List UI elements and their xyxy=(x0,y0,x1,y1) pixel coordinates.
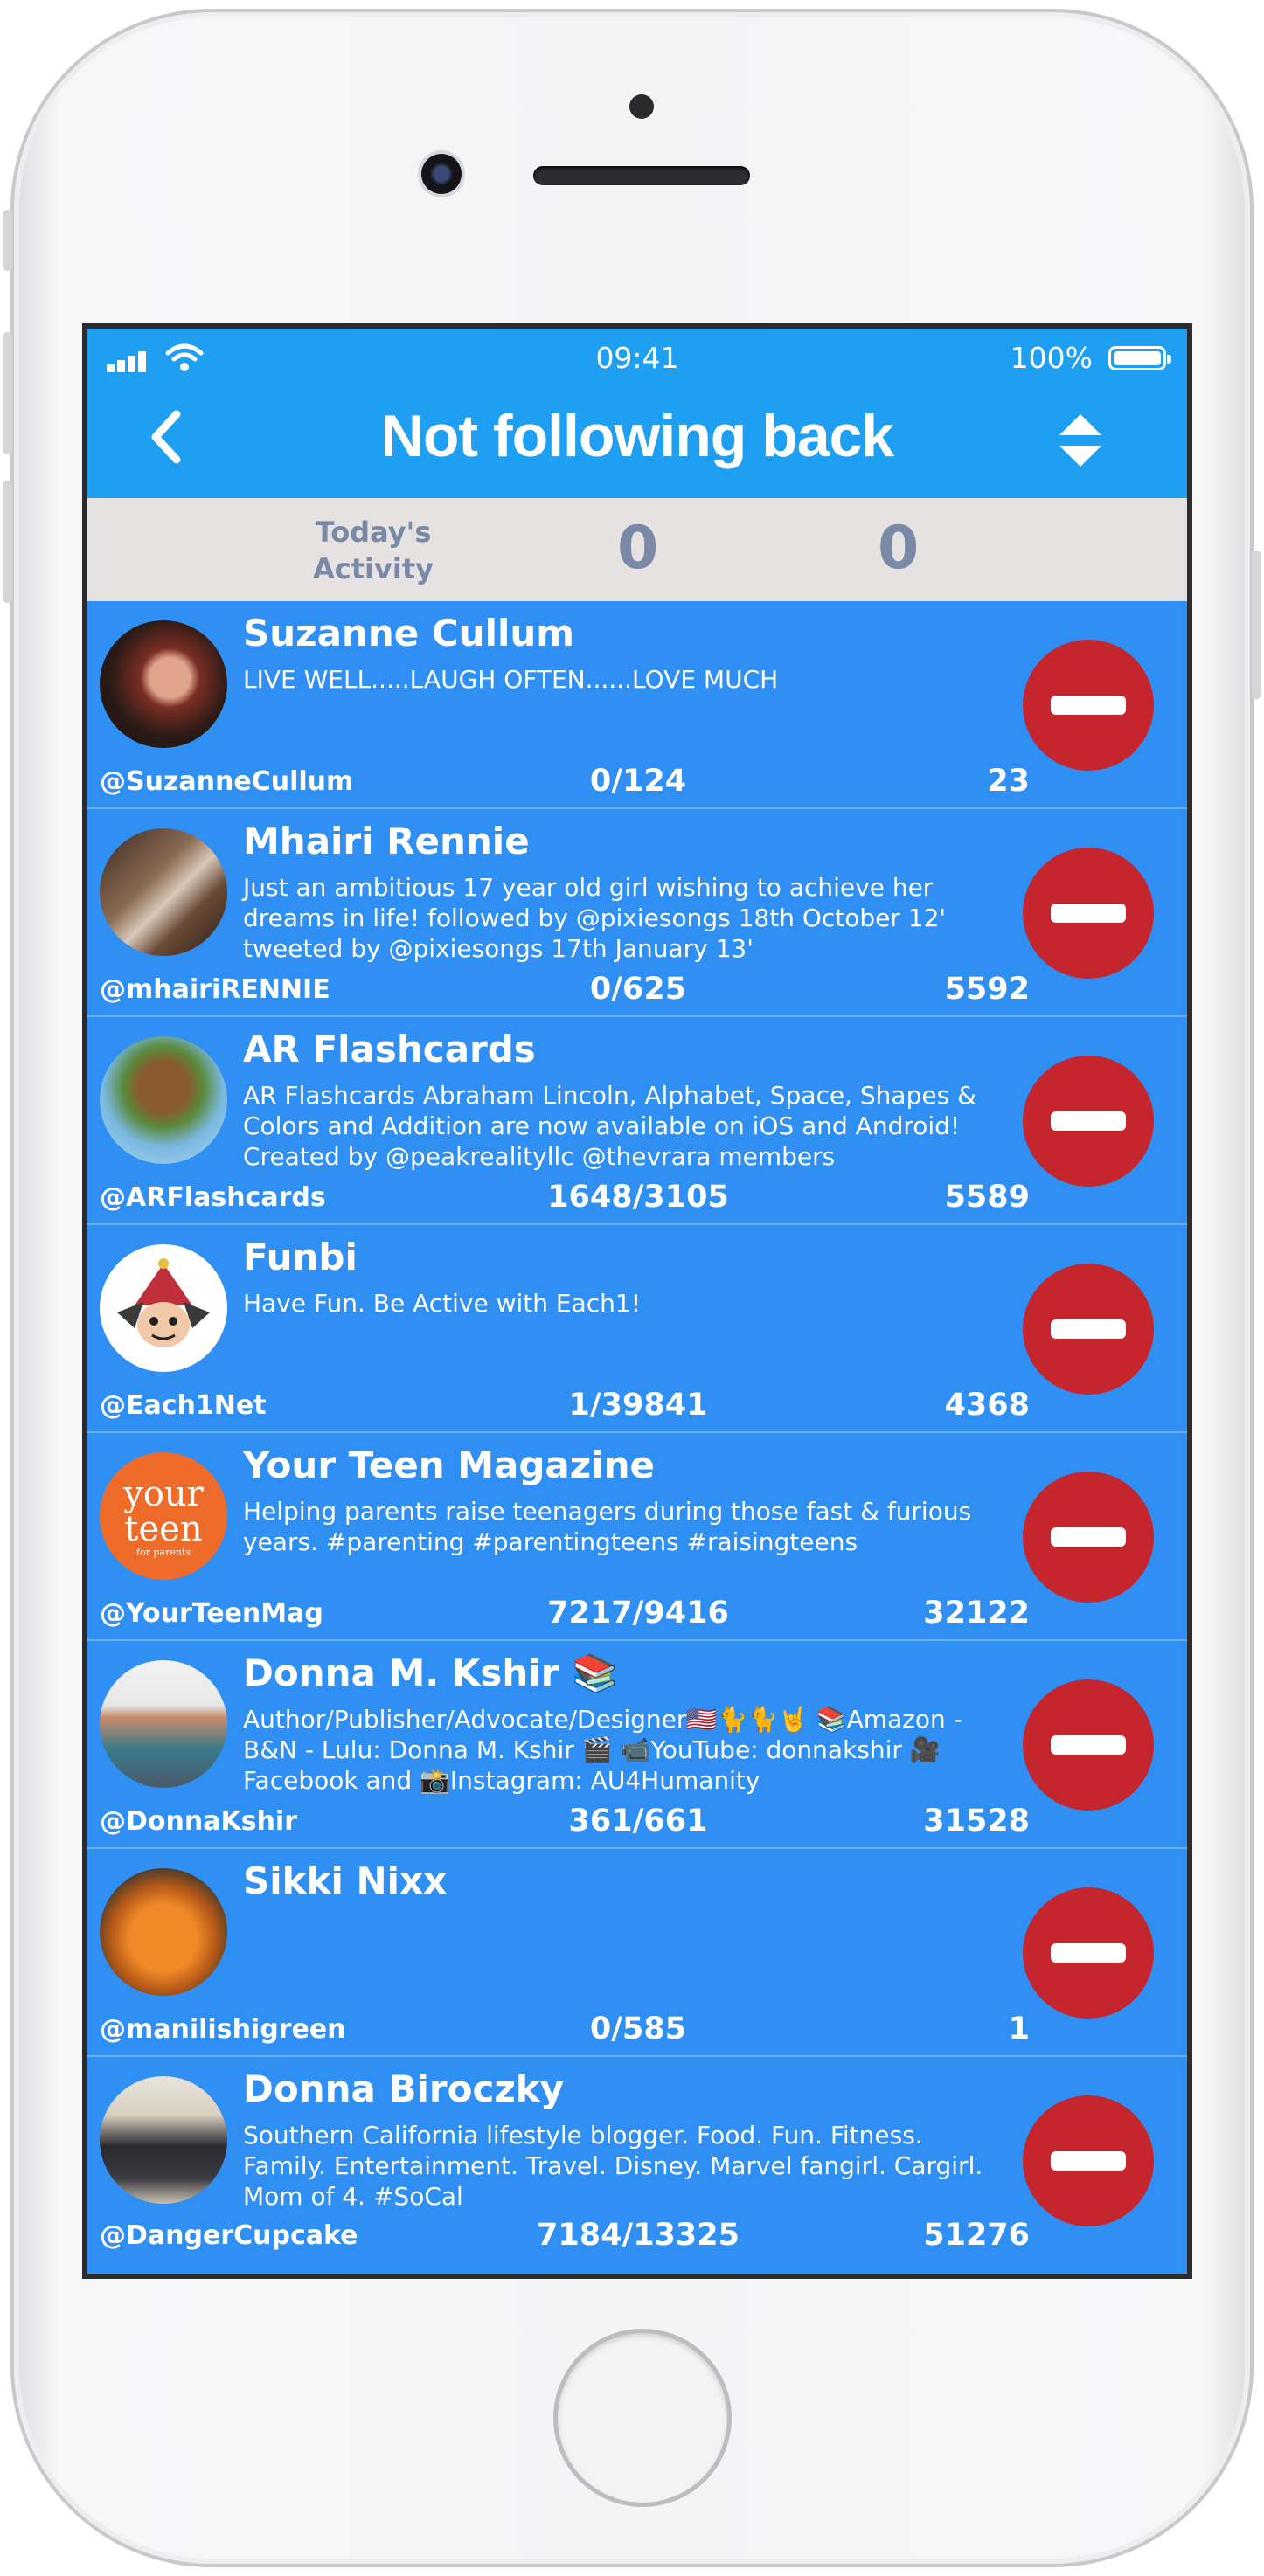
minus-icon xyxy=(1051,1735,1126,1755)
battery-icon xyxy=(1108,346,1171,370)
follower-count: 32122 xyxy=(923,1596,1030,1631)
list-item[interactable]: Donna M. Kshir 📚 Author/Publisher/Advoca… xyxy=(87,1641,1187,1849)
unfollow-button[interactable] xyxy=(1023,640,1154,771)
volume-down-button xyxy=(3,481,12,603)
user-bio: LIVE WELL.....LAUGH OFTEN......LOVE MUCH xyxy=(243,665,779,694)
follower-count: 5589 xyxy=(944,1180,1030,1215)
follower-count: 23 xyxy=(987,764,1030,799)
user-handle[interactable]: @Each1Net xyxy=(100,1390,267,1421)
user-name: Sikki Nixx xyxy=(243,1859,448,1902)
user-name: AR Flashcards xyxy=(243,1028,536,1070)
user-name: Funbi xyxy=(243,1236,358,1278)
avatar xyxy=(100,1036,227,1164)
proximity-sensor xyxy=(629,94,654,119)
list-item[interactable]: Suzanne Cullum LIVE WELL.....LAUGH OFTEN… xyxy=(87,601,1187,809)
activity-label: Today's Activity xyxy=(313,516,434,585)
home-button[interactable] xyxy=(558,2333,727,2503)
follow-ratio: 361/661 xyxy=(568,1804,708,1839)
user-name: Donna Biroczky xyxy=(243,2067,565,2110)
mute-switch xyxy=(3,210,12,271)
user-handle[interactable]: @DangerCupcake xyxy=(100,2220,358,2251)
follower-count: 31528 xyxy=(923,1804,1030,1839)
activity-value-1: 0 xyxy=(617,514,659,583)
unfollow-button[interactable] xyxy=(1023,1264,1154,1395)
user-bio: Just an ambitious 17 year old girl wishi… xyxy=(243,873,947,963)
your-teen-logo: your teen for parents xyxy=(123,1474,204,1558)
user-name: Suzanne Cullum xyxy=(243,612,575,654)
user-list: Suzanne Cullum LIVE WELL.....LAUGH OFTEN… xyxy=(87,601,1187,2253)
avatar xyxy=(100,620,227,748)
minus-icon xyxy=(1051,1527,1126,1547)
list-item[interactable]: Donna Biroczky Southern California lifes… xyxy=(87,2057,1187,2253)
user-handle[interactable]: @YourTeenMag xyxy=(100,1598,323,1629)
avatar: your teen for parents xyxy=(100,1452,227,1580)
follower-count: 51276 xyxy=(923,2218,1030,2253)
follow-ratio: 7217/9416 xyxy=(547,1596,729,1631)
avatar xyxy=(100,1868,227,1996)
volume-up-button xyxy=(3,332,12,454)
follow-ratio: 1648/3105 xyxy=(547,1180,729,1215)
user-bio: AR Flashcards Abraham Lincoln, Alphabet,… xyxy=(243,1081,976,1171)
unfollow-button[interactable] xyxy=(1023,1056,1154,1187)
earpiece-speaker xyxy=(533,166,750,185)
list-item[interactable]: your teen for parents Your Teen Magazine… xyxy=(87,1433,1187,1641)
user-handle[interactable]: @mhairiRENNIE xyxy=(100,974,330,1005)
list-item[interactable]: AR Flashcards AR Flashcards Abraham Linc… xyxy=(87,1017,1187,1225)
user-handle[interactable]: @SuzanneCullum xyxy=(100,766,353,797)
list-item[interactable]: Funbi Have Fun. Be Active with Each1! @E… xyxy=(87,1225,1187,1433)
follower-count: 1 xyxy=(1008,2012,1030,2046)
minus-icon xyxy=(1051,2151,1126,2171)
screen: 09:41 100% Not following back Today's Ac… xyxy=(82,323,1192,2279)
follow-ratio: 0/625 xyxy=(589,972,687,1007)
user-bio: Author/Publisher/Advocate/Designer🇺🇸🐈🐈🤘 … xyxy=(243,1705,962,1795)
follower-count: 5592 xyxy=(944,972,1030,1007)
user-bio: Have Fun. Be Active with Each1! xyxy=(243,1289,641,1318)
user-name: Donna M. Kshir 📚 xyxy=(243,1652,618,1694)
avatar xyxy=(100,1244,227,1372)
unfollow-button[interactable] xyxy=(1023,1679,1154,1811)
avatar xyxy=(100,2076,227,2204)
status-bar: 09:41 100% xyxy=(87,329,1187,381)
list-item[interactable]: Sikki Nixx @manilishigreen 0/585 1 xyxy=(87,1849,1187,2057)
sort-icon[interactable] xyxy=(1056,411,1105,470)
minus-icon xyxy=(1051,1943,1126,1963)
navigation-header: 09:41 100% Not following back xyxy=(87,329,1187,498)
activity-value-2: 0 xyxy=(878,514,920,583)
user-name: Your Teen Magazine xyxy=(243,1444,655,1486)
unfollow-button[interactable] xyxy=(1023,848,1154,979)
follow-ratio: 1/39841 xyxy=(568,1388,708,1423)
user-bio: Southern California lifestyle blogger. F… xyxy=(243,2121,983,2211)
unfollow-button[interactable] xyxy=(1023,1472,1154,1603)
todays-activity-bar: Today's Activity 0 0 xyxy=(87,498,1187,601)
follow-ratio: 7184/13325 xyxy=(537,2218,740,2253)
follower-count: 4368 xyxy=(944,1388,1030,1423)
avatar xyxy=(100,1660,227,1788)
power-button xyxy=(1252,551,1261,699)
minus-icon xyxy=(1051,1111,1126,1131)
user-name: Mhairi Rennie xyxy=(243,820,530,862)
user-handle[interactable]: @DonnaKshir xyxy=(100,1806,297,1837)
page-title: Not following back xyxy=(380,403,894,469)
follow-ratio: 0/585 xyxy=(589,2012,687,2046)
user-handle[interactable]: @ARFlashcards xyxy=(100,1182,326,1213)
avatar xyxy=(100,828,227,956)
front-camera xyxy=(421,154,462,194)
unfollow-button[interactable] xyxy=(1023,2095,1154,2226)
list-item[interactable]: Mhairi Rennie Just an ambitious 17 year … xyxy=(87,809,1187,1017)
battery-percentage: 100% xyxy=(1010,341,1093,375)
user-bio: Helping parents raise teenagers during t… xyxy=(243,1497,972,1556)
follow-ratio: 0/124 xyxy=(589,764,687,799)
unfollow-button[interactable] xyxy=(1023,1887,1154,2019)
minus-icon xyxy=(1051,1319,1126,1339)
minus-icon xyxy=(1051,904,1126,923)
user-handle[interactable]: @manilishigreen xyxy=(100,2014,346,2045)
minus-icon xyxy=(1051,696,1126,715)
